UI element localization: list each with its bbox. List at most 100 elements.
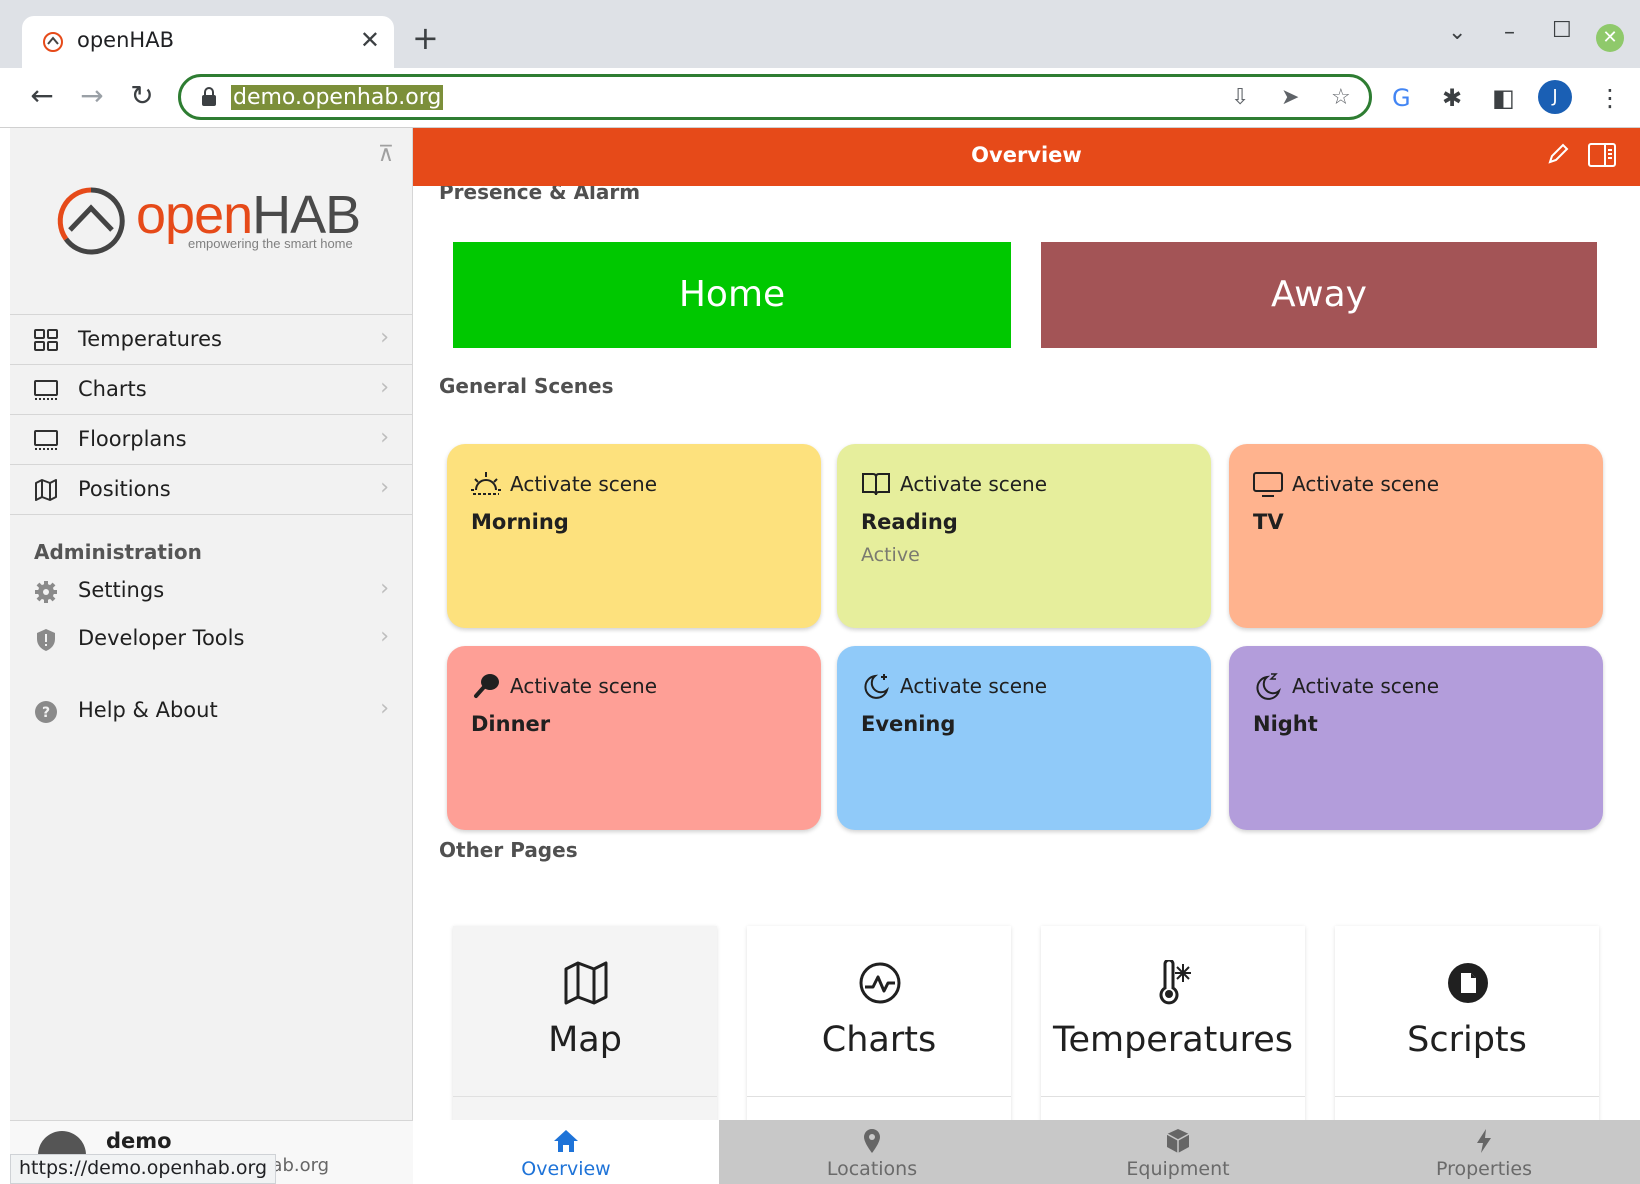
overview-content: Presence & Alarm Home Away General Scene… <box>413 186 1640 1120</box>
scene-card-dinner[interactable]: Activate scene Dinner <box>447 646 821 830</box>
tab-properties[interactable]: Properties <box>1331 1120 1637 1184</box>
tab-label: Equipment <box>1126 1158 1230 1180</box>
scene-card-tv[interactable]: Activate scene TV <box>1229 444 1603 628</box>
tab-label: Locations <box>826 1158 918 1180</box>
tv-icon <box>1253 472 1283 497</box>
pin-icon[interactable]: ⊼ <box>378 142 394 167</box>
tab-overview[interactable]: Overview <box>413 1120 719 1184</box>
map-icon <box>564 961 608 1005</box>
address-bar[interactable]: demo.openhab.org ⇩ ➤ ☆ <box>178 74 1372 120</box>
extensions-puzzle-icon[interactable]: ✱ <box>1442 84 1462 112</box>
chevron-right-icon: › <box>380 475 389 500</box>
page-card-label: Temperatures <box>1053 1020 1293 1060</box>
minimize-icon[interactable]: – <box>1504 20 1515 45</box>
away-button[interactable]: Away <box>1041 242 1597 348</box>
browser-tabstrip: openHAB ✕ + ⌄ – ☐ ✕ <box>0 0 1640 68</box>
side-panel-toggle-icon[interactable] <box>1588 142 1616 168</box>
tab-title: openHAB <box>77 28 174 52</box>
forward-icon[interactable]: → <box>74 78 110 114</box>
scene-action-label: Activate scene <box>510 674 658 698</box>
page-card-temperatures[interactable]: Temperatures <box>1041 926 1305 1120</box>
translate-icon[interactable]: G <box>1392 84 1411 112</box>
tab-label: Overview <box>521 1158 611 1180</box>
thermometer-icon <box>1159 960 1191 1005</box>
home-icon <box>554 1130 578 1152</box>
sidebar-item-help-about[interactable]: ? Help & About › <box>10 688 413 738</box>
browser-tab[interactable]: openHAB ✕ <box>22 16 394 68</box>
tab-equipment[interactable]: Equipment <box>1025 1120 1331 1184</box>
window-close-icon[interactable]: ✕ <box>1596 24 1624 52</box>
sidebar: ⊼ openHAB empowering the smart home Temp… <box>10 128 413 1184</box>
send-icon[interactable]: ➤ <box>1281 85 1299 110</box>
tab-close-icon[interactable]: ✕ <box>360 26 380 54</box>
sidebar-item-label: Help & About <box>78 698 218 722</box>
sidebar-item-settings[interactable]: Settings › <box>10 568 413 618</box>
sidebar-item-label: Positions <box>78 477 171 501</box>
chevron-right-icon: › <box>380 576 389 601</box>
question-icon: ? <box>35 701 57 723</box>
maximize-icon[interactable]: ☐ <box>1552 18 1572 43</box>
sidebar-item-label: Temperatures <box>78 327 222 351</box>
sidebar-item-label: Floorplans <box>78 427 187 451</box>
scene-action-label: Activate scene <box>1292 674 1440 698</box>
scene-action-label: Activate scene <box>1292 472 1440 496</box>
sidebar-item-charts[interactable]: Charts › <box>10 365 413 415</box>
bookmark-star-icon[interactable]: ☆ <box>1331 85 1351 110</box>
pencil-icon[interactable] <box>1546 142 1570 166</box>
tab-search-icon[interactable]: ⌄ <box>1448 20 1466 45</box>
box-icon <box>1166 1129 1190 1153</box>
svg-text:?: ? <box>42 705 50 721</box>
divider <box>453 1096 717 1097</box>
page-card-charts[interactable]: Charts <box>747 926 1011 1120</box>
browser-menu-icon[interactable]: ⋮ <box>1598 84 1622 112</box>
new-tab-button[interactable]: + <box>412 22 439 54</box>
divider <box>747 1096 1011 1097</box>
link-status-url: https://demo.openhab.org <box>10 1154 277 1184</box>
openhab-logo-icon <box>57 187 125 255</box>
location-pin-icon <box>864 1129 880 1153</box>
sidebar-item-positions[interactable]: Positions › <box>10 465 413 515</box>
url-text[interactable]: demo.openhab.org <box>231 85 444 110</box>
install-app-icon[interactable]: ⇩ <box>1231 85 1249 110</box>
tab-locations[interactable]: Locations <box>719 1120 1025 1184</box>
moon-sleep-icon <box>1256 673 1281 700</box>
page-card-label: Scripts <box>1407 1020 1527 1060</box>
sidebar-item-label: Charts <box>78 377 147 401</box>
home-button[interactable]: Home <box>453 242 1011 348</box>
logo-tagline: empowering the smart home <box>188 236 353 251</box>
page-title: Overview <box>971 143 1082 167</box>
chevron-right-icon: › <box>380 325 389 350</box>
sidebar-item-label: Settings <box>78 578 165 602</box>
scene-card-night[interactable]: Activate scene Night <box>1229 646 1603 830</box>
sidebar-item-temperatures[interactable]: Temperatures › <box>10 315 413 365</box>
chart-icon <box>859 962 901 1004</box>
reload-icon[interactable]: ↻ <box>124 78 160 114</box>
section-title-other-pages: Other Pages <box>439 838 578 862</box>
scene-card-evening[interactable]: Activate scene Evening <box>837 646 1211 830</box>
tab-label: Properties <box>1435 1158 1533 1180</box>
scene-status: Active <box>861 544 920 566</box>
section-title-presence: Presence & Alarm <box>439 186 641 204</box>
page-card-scripts[interactable]: Scripts <box>1335 926 1599 1120</box>
grid-icon <box>34 329 58 351</box>
chevron-right-icon: › <box>380 375 389 400</box>
bottom-tabbar: Overview Locations Equipment Properties <box>413 1120 1640 1184</box>
page-card-map[interactable]: Map <box>453 926 717 1120</box>
chevron-right-icon: › <box>380 425 389 450</box>
user-name: demo <box>106 1129 172 1153</box>
browser-toolbar: ← → ↻ demo.openhab.org ⇩ ➤ ☆ G ✱ ◧ J ⋮ <box>0 68 1640 128</box>
scene-name: Morning <box>471 510 569 534</box>
side-panel-icon[interactable]: ◧ <box>1492 84 1515 112</box>
monitor-icon <box>34 430 58 450</box>
bolt-icon <box>1477 1129 1491 1153</box>
sidebar-item-developer-tools[interactable]: Developer Tools › <box>10 616 413 666</box>
page-header: Overview <box>413 128 1640 186</box>
back-icon[interactable]: ← <box>24 78 60 114</box>
section-title-scenes: General Scenes <box>439 374 614 398</box>
profile-avatar[interactable]: J <box>1538 80 1572 114</box>
scene-card-reading[interactable]: Activate scene Reading Active <box>837 444 1211 628</box>
sidebar-item-floorplans[interactable]: Floorplans › <box>10 415 413 465</box>
book-icon <box>862 473 890 496</box>
scene-card-morning[interactable]: Activate scene Morning <box>447 444 821 628</box>
scene-name: TV <box>1253 510 1284 534</box>
